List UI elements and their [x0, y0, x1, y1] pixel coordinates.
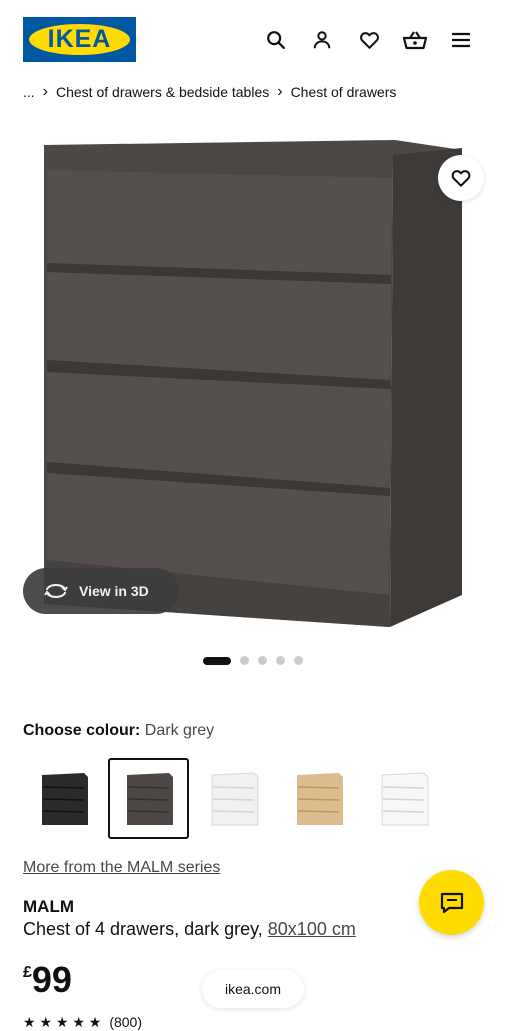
account-icon[interactable] — [308, 26, 336, 54]
swatch-dark-grey[interactable] — [108, 758, 189, 839]
swatch-high-gloss-white[interactable] — [363, 758, 444, 839]
price-currency: £ — [23, 964, 32, 981]
swatch-black-brown[interactable] — [23, 758, 104, 839]
product-size-link[interactable]: 80x100 cm — [268, 919, 356, 939]
colour-label-title: Choose colour: — [23, 722, 141, 739]
chat-icon — [440, 892, 463, 913]
save-to-favourites-button[interactable] — [438, 155, 484, 201]
carousel-dot[interactable] — [294, 656, 303, 665]
heart-icon — [451, 170, 471, 187]
image-carousel-indicator[interactable] — [203, 656, 303, 665]
browser-url-pill[interactable]: ikea.com — [202, 970, 304, 1008]
chevron-right-icon: › — [277, 83, 283, 100]
colour-value: Dark grey — [144, 722, 215, 739]
chat-button[interactable] — [419, 870, 484, 935]
price-value: 99 — [31, 959, 72, 1000]
rating-stars: ★ ★ ★ ★ ★ — [23, 1014, 102, 1030]
carousel-dot[interactable] — [258, 656, 267, 665]
basket-icon[interactable] — [401, 26, 429, 54]
breadcrumb: ... › Chest of drawers & bedside tables … — [23, 83, 396, 101]
logo-oval: IKEA — [29, 24, 130, 55]
product-image[interactable] — [0, 120, 507, 640]
colour-label: Choose colour: Dark grey — [23, 722, 214, 740]
ikea-logo[interactable]: IKEA — [23, 17, 136, 62]
breadcrumb-ellipsis[interactable]: ... — [23, 84, 35, 100]
product-name: MALM — [23, 897, 74, 916]
product-price: £ 99 — [23, 960, 72, 1000]
colour-swatches — [23, 758, 444, 839]
product-rating[interactable]: ★ ★ ★ ★ ★ (800) — [23, 1014, 142, 1031]
chevron-right-icon: › — [42, 83, 48, 100]
menu-icon[interactable] — [447, 26, 475, 54]
rotate-3d-icon — [44, 584, 68, 598]
product-description-text: Chest of 4 drawers, dark grey, — [23, 919, 268, 939]
view-in-3d-label: View in 3D — [79, 583, 149, 599]
swatch-oak-veneer[interactable] — [278, 758, 359, 839]
rating-count: (800) — [109, 1014, 142, 1030]
swatch-white[interactable] — [193, 758, 274, 839]
series-link[interactable]: More from the MALM series — [23, 859, 220, 877]
breadcrumb-item-category[interactable]: Chest of drawers & bedside tables — [56, 84, 269, 100]
view-in-3d-button[interactable]: View in 3D — [23, 568, 179, 614]
carousel-dot[interactable] — [240, 656, 249, 665]
carousel-dot[interactable] — [276, 656, 285, 665]
carousel-dot[interactable] — [203, 656, 231, 665]
logo-text: IKEA — [47, 25, 112, 53]
product-description: Chest of 4 drawers, dark grey, 80x100 cm — [23, 919, 356, 940]
breadcrumb-item-current[interactable]: Chest of drawers — [291, 84, 397, 100]
search-icon[interactable] — [262, 26, 290, 54]
heart-icon[interactable] — [355, 26, 383, 54]
